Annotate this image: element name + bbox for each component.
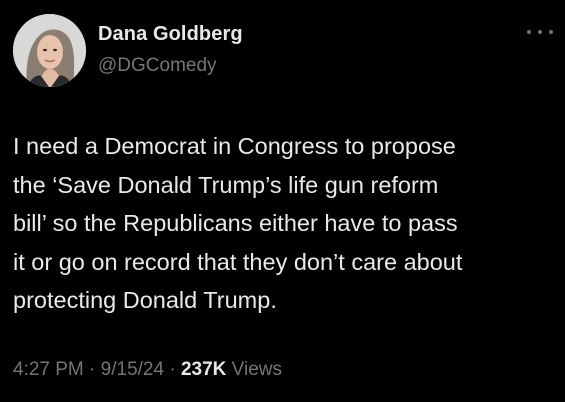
tweet-text-line: I need a Democrat in Congress to propose (13, 133, 456, 159)
tweet-metadata: 4:27 PM · 9/15/24 · 237K Views (13, 359, 282, 381)
more-dot (527, 30, 531, 34)
views-label[interactable]: Views (232, 359, 282, 380)
more-dot (549, 30, 553, 34)
tweet-text-line: it or go on record that they don’t care … (13, 248, 463, 275)
tweet-text-line: the ‘Save Donald Trump’s life gun reform (13, 171, 439, 198)
tweet-card: Dana Goldberg @DGComedy I need a Democra… (0, 0, 565, 402)
tweet-text-line: protecting Donald Trump. (13, 287, 277, 313)
separator: · (169, 359, 176, 380)
avatar-photo-icon (13, 14, 86, 87)
separator: · (89, 359, 96, 380)
tweet-text: I need a Democrat in Congress to propose… (13, 127, 558, 320)
more-options-icon[interactable] (527, 26, 553, 38)
tweet-date[interactable]: 9/15/24 (101, 359, 164, 380)
tweet-time[interactable]: 4:27 PM (13, 359, 84, 380)
more-dot (538, 30, 542, 34)
views-count[interactable]: 237K (181, 359, 226, 380)
tweet-text-line: bill’ so the Republicans either have to … (13, 210, 458, 236)
author-avatar[interactable] (13, 14, 86, 87)
author-handle[interactable]: @DGComedy (98, 55, 217, 77)
author-display-name[interactable]: Dana Goldberg (98, 23, 243, 46)
